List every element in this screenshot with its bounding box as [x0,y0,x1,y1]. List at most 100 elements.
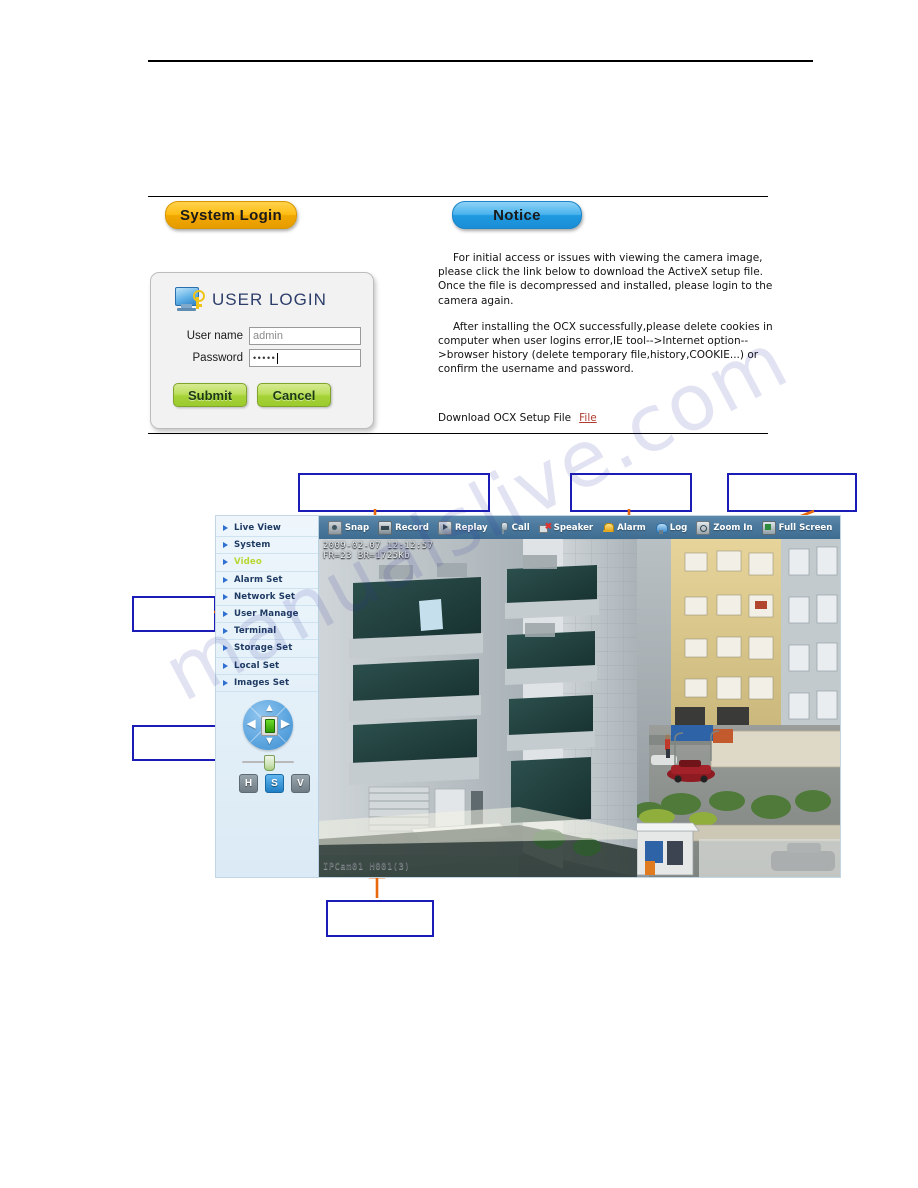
notice-heading: Notice [452,201,582,229]
toolbar-call-button[interactable]: Call [494,521,533,534]
download-label: Download OCX Setup File [438,412,572,424]
chevron-left-icon[interactable]: ◀ [247,719,255,730]
sidebar-item-label: Local Set [234,660,280,671]
replay-icon [437,520,452,535]
sidebar-item-label: Network Set [234,591,296,602]
osd-timestamp: 2009-02-07 12:12:57 [322,541,434,551]
log-icon [655,522,668,534]
notice-paragraph-2: After installing the OCX successfully,pl… [438,320,773,376]
sidebar-item-network-set[interactable]: Network Set [216,589,318,606]
toolbar-replay-button[interactable]: Replay [435,520,491,535]
sidebar-item-label: System [234,540,271,551]
chevron-right-icon [223,542,228,549]
toolbar-label: Full Screen [778,522,833,533]
sidebar-item-label: User Manage [234,609,299,620]
sidebar-item-images-set[interactable]: Images Set [216,675,318,692]
viewer-sidebar: Live View System Video Alarm Set Network… [216,516,319,877]
ptz-home-icon[interactable] [261,716,278,736]
toolbar-label: Snap [344,522,370,533]
username-row: User name admin [165,327,361,345]
toolbar-alarm-button[interactable]: Alarm [599,522,649,534]
osd-stream-stats: FR=23 BR=1725Kb [322,551,411,561]
notice-text: For initial access or issues with viewin… [438,251,778,389]
manual-page: System Login Notice USER LOGIN User name… [0,0,918,1188]
video-panel: Snap Record Replay Call Speaker [318,516,840,877]
submit-button[interactable]: Submit [173,383,247,407]
chevron-up-icon[interactable]: ▲ [264,703,275,714]
notice-paragraph-1: For initial access or issues with viewin… [438,252,773,307]
password-row: Password ••••• [165,349,361,367]
record-icon [378,520,393,535]
camera-web-interface: Live View System Video Alarm Set Network… [216,516,840,877]
sidebar-item-terminal[interactable]: Terminal [216,623,318,641]
toolbar-speaker-button[interactable]: Speaker [536,521,597,534]
snap-icon [327,520,342,535]
chevron-down-icon[interactable]: ▼ [264,736,275,747]
h-button[interactable]: H [239,774,258,793]
full-screen-icon [761,520,776,535]
sidebar-item-user-manage[interactable]: User Manage [216,606,318,624]
toolbar-label: Log [669,522,688,533]
sidebar-item-alarm-set[interactable]: Alarm Set [216,572,318,589]
sidebar-item-label: Storage Set [234,643,293,654]
toolbar-log-button[interactable]: Log [652,522,691,534]
username-input[interactable]: admin [249,327,361,345]
chevron-right-icon [223,628,228,635]
toolbar-label: Call [511,522,530,533]
sidebar-item-storage-set[interactable]: Storage Set [216,640,318,658]
chevron-right-icon [223,645,228,652]
toolbar-label: Speaker [553,522,594,533]
sidebar-item-local-set[interactable]: Local Set [216,658,318,675]
toolbar-zoom-in-button[interactable]: Zoom In [693,520,755,535]
header-rule [148,60,813,62]
sidebar-item-label: Terminal [234,626,277,637]
user-login-panel: USER LOGIN User name admin Password ••••… [150,272,374,429]
chevron-right-icon [223,662,228,669]
callout-box-3 [727,473,857,512]
ptz-control-panel: ▲ ▼ ◀ ▶ H S V [216,694,318,814]
toolbar-label: Zoom In [713,522,753,533]
video-frame-image [318,539,840,877]
toolbar-record-button[interactable]: Record [375,520,432,535]
login-header: USER LOGIN [175,287,327,313]
sidebar-item-system[interactable]: System [216,537,318,555]
call-icon [497,521,509,534]
sidebar-item-video[interactable]: Video [216,554,318,572]
cancel-button[interactable]: Cancel [257,383,331,407]
system-login-heading: System Login [165,201,297,229]
password-label: Password [192,352,244,364]
ptz-dpad[interactable]: ▲ ▼ ◀ ▶ [243,700,293,750]
toolbar-snap-button[interactable]: Snap [325,520,372,535]
sidebar-item-label: Alarm Set [234,574,283,585]
chevron-right-icon [223,576,228,583]
callout-box-4 [132,596,216,632]
chevron-right-icon[interactable]: ▶ [281,719,289,730]
hsv-button-group: H S V [239,774,310,793]
toolbar-label: Alarm [617,522,646,533]
alarm-bell-icon [602,522,615,534]
callout-box-5 [132,725,221,761]
monitor-key-icon [175,287,205,313]
s-button[interactable]: S [265,774,284,793]
toolbar-label: Record [395,522,429,533]
sidebar-item-label: Live View [234,523,281,534]
live-video-feed[interactable]: 2009-02-07 12:12:57 FR=23 BR=1725Kb IPCa… [318,539,840,877]
toolbar-full-screen-button[interactable]: Full Screen [759,520,836,535]
chevron-right-icon [223,525,228,532]
callout-box-2 [570,473,692,512]
v-button[interactable]: V [291,774,310,793]
slider-thumb[interactable] [264,755,275,771]
ptz-speed-slider[interactable] [242,755,294,771]
sidebar-item-live-view[interactable]: Live View [216,520,318,538]
osd-camera-id: IPCam01 H001(3) [322,862,411,872]
zoom-in-icon [696,520,711,535]
password-input[interactable]: ••••• [249,349,361,367]
callout-box-6 [326,900,434,937]
chevron-right-icon [223,559,228,566]
chevron-right-icon [223,611,228,618]
osd-overlay-top: 2009-02-07 12:12:57 FR=23 BR=1725Kb [323,541,434,561]
download-file-link[interactable]: File [579,412,597,424]
chevron-right-icon [223,593,228,600]
username-label: User name [186,330,243,342]
speaker-mute-icon [538,521,552,534]
